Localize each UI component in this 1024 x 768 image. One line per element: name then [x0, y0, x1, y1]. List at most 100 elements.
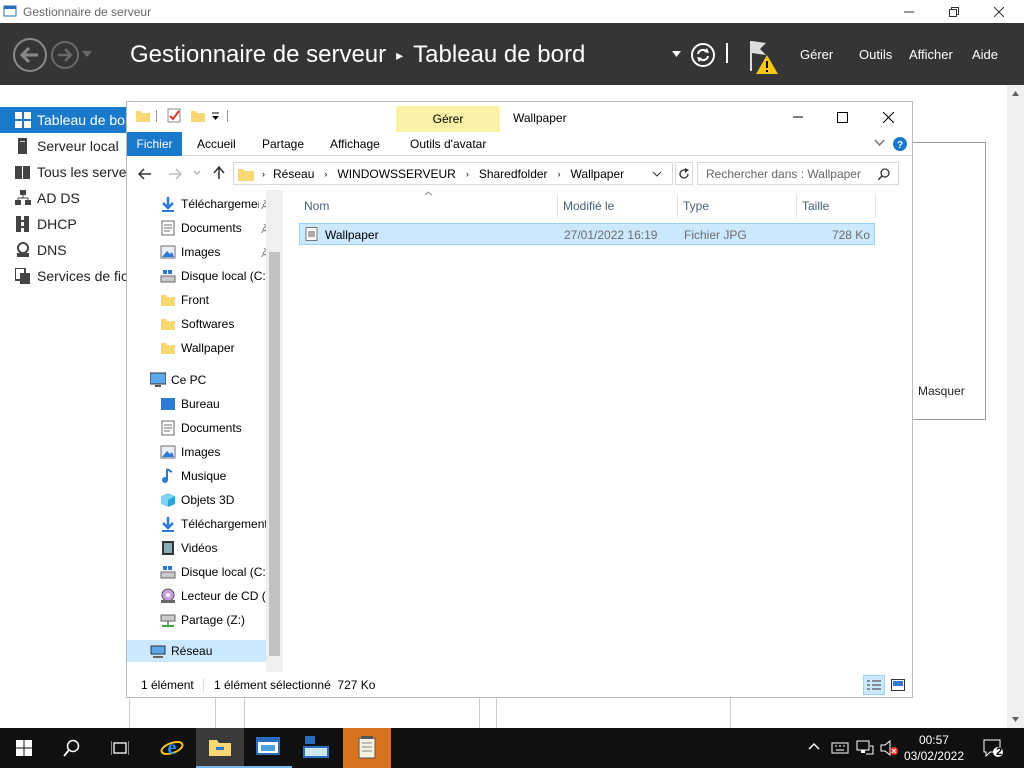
sidebar-item-file-services[interactable]: Services de fichiers [0, 263, 130, 289]
nav-item-downloads[interactable]: Téléchargements [160, 193, 271, 215]
nav-label: Musique [181, 469, 227, 483]
nav-item-softwares[interactable]: Softwares [160, 313, 234, 335]
sidebar-item-dashboard[interactable]: Tableau de bord [0, 107, 130, 133]
clock[interactable]: 00:57 03/02/2022 [904, 732, 964, 764]
sidebar-item-dns[interactable]: DNS [0, 237, 130, 263]
customize-qat-icon[interactable] [211, 112, 220, 121]
menu-view[interactable]: Afficher [909, 47, 953, 62]
nav-item-local-disk[interactable]: Disque local (C:) [160, 265, 270, 287]
minimize-button[interactable] [886, 0, 932, 23]
address-segment-server[interactable]: WINDOWSSERVEUR [337, 167, 455, 181]
back-button[interactable] [12, 37, 48, 73]
help-icon[interactable]: ? [893, 137, 907, 151]
history-dropdown-icon[interactable] [82, 51, 92, 57]
download-icon [160, 196, 176, 212]
nav-item-pc-downloads[interactable]: Téléchargements [160, 513, 274, 535]
close-button[interactable] [976, 0, 1022, 23]
nav-item-documents[interactable]: Documents [160, 217, 271, 239]
hide-link[interactable]: Masquer [918, 384, 965, 398]
nav-label: Front [181, 293, 210, 307]
file-row[interactable]: Wallpaper 27/01/2022 16:19 Fichier JPG 7… [299, 223, 875, 245]
column-size[interactable]: Taille [797, 194, 876, 218]
nav-item-pc-local-disk[interactable]: Disque local (C:) [160, 561, 270, 583]
tab-share[interactable]: Partage [254, 132, 312, 156]
show-hidden-icons-icon[interactable] [808, 742, 820, 750]
sidebar-item-dhcp[interactable]: DHCP [0, 211, 130, 237]
notifications-flag-icon[interactable] [746, 39, 780, 75]
explorer-maximize-button[interactable] [819, 102, 865, 132]
menu-tools[interactable]: Outils [859, 47, 892, 62]
internet-explorer-icon[interactable]: e [148, 728, 196, 768]
search-icon[interactable] [878, 168, 890, 180]
search-box[interactable]: Rechercher dans : Wallpaper [697, 162, 899, 185]
address-segment-share[interactable]: Sharedfolder [479, 167, 548, 181]
powershell-admin-icon[interactable] [292, 728, 340, 768]
back-arrow-icon[interactable] [138, 168, 152, 180]
details-view-icon[interactable] [863, 675, 885, 695]
address-dropdown-icon[interactable] [652, 171, 662, 177]
nav-item-videos[interactable]: Vidéos [160, 537, 217, 559]
chevron-right-icon[interactable]: › [324, 169, 327, 179]
search-input[interactable]: Rechercher dans : Wallpaper [706, 167, 861, 181]
recent-locations-icon[interactable] [193, 170, 201, 176]
refresh-address-icon[interactable] [675, 162, 693, 185]
network-status-icon[interactable] [856, 740, 874, 756]
keyboard-icon[interactable] [831, 740, 849, 754]
large-icons-view-icon[interactable] [887, 675, 909, 695]
notepad-taskbar-icon[interactable] [343, 728, 391, 768]
breadcrumb-app[interactable]: Gestionnaire de serveur [130, 41, 386, 69]
properties-icon[interactable] [167, 108, 182, 123]
sidebar-item-all-servers[interactable]: Tous les serveurs [0, 159, 130, 185]
nav-item-desktop[interactable]: Bureau [160, 393, 220, 415]
chevron-right-icon[interactable]: › [558, 169, 561, 179]
menu-manage[interactable]: Gérer [800, 47, 833, 62]
nav-item-share-drive[interactable]: Partage (Z:) [160, 609, 245, 631]
manage-contextual-tab-group[interactable]: Gérer [396, 106, 500, 132]
forward-arrow-icon[interactable] [168, 168, 182, 180]
tab-view[interactable]: Affichage [322, 132, 388, 156]
server-manager-app-icon [3, 4, 17, 18]
column-name[interactable]: Nom [299, 194, 558, 218]
sidebar-item-ad-ds[interactable]: AD DS [0, 185, 130, 211]
nav-item-pc-documents[interactable]: Documents [160, 417, 242, 439]
explorer-close-button[interactable] [865, 102, 911, 132]
navigation-scroll-thumb[interactable] [269, 252, 280, 656]
task-view-icon[interactable] [96, 728, 144, 768]
sidebar-item-local-server[interactable]: Serveur local [0, 133, 130, 159]
refresh-icon[interactable] [690, 42, 716, 68]
address-bar[interactable]: › Réseau › WINDOWSSERVEUR › Sharedfolder… [233, 162, 673, 185]
column-type[interactable]: Type [678, 194, 797, 218]
tab-file[interactable]: Fichier [127, 132, 182, 156]
up-arrow-icon[interactable] [213, 166, 225, 180]
tab-home[interactable]: Accueil [189, 132, 244, 156]
nav-item-wallpaper[interactable]: Wallpaper [160, 337, 235, 359]
nav-item-music[interactable]: Musique [160, 465, 226, 487]
address-segment-folder[interactable]: Wallpaper [571, 167, 625, 181]
nav-item-front[interactable]: Front [160, 289, 209, 311]
nav-item-3d-objects[interactable]: Objets 3D [160, 489, 234, 511]
column-modified[interactable]: Modifié le [558, 194, 678, 218]
tab-picture-tools[interactable]: Outils d'avatar [402, 132, 494, 156]
nav-item-pc-images[interactable]: Images [160, 441, 220, 463]
start-button[interactable] [0, 728, 48, 768]
volume-muted-icon[interactable] [880, 740, 898, 756]
server-manager-taskbar-icon[interactable] [244, 728, 292, 768]
new-folder-icon[interactable] [191, 109, 205, 123]
chevron-right-icon[interactable]: › [466, 169, 469, 179]
file-explorer-taskbar-icon[interactable] [196, 728, 244, 768]
objects-3d-icon [160, 492, 176, 508]
chevron-right-icon[interactable]: › [262, 169, 265, 179]
search-taskbar-icon[interactable] [48, 728, 96, 768]
nav-item-this-pc[interactable]: Ce PC [150, 369, 206, 391]
nav-item-images[interactable]: Images [160, 241, 271, 263]
restore-button[interactable] [931, 0, 977, 23]
server-manager-scrollbar[interactable] [1007, 85, 1024, 728]
forward-button[interactable] [50, 40, 80, 70]
refresh-dropdown-icon[interactable] [672, 51, 681, 57]
nav-item-cd-drive[interactable]: Lecteur de CD (D:) [160, 585, 282, 607]
menu-help[interactable]: Aide [972, 47, 998, 62]
address-segment-network[interactable]: Réseau [273, 167, 314, 181]
expand-ribbon-icon[interactable] [874, 139, 885, 147]
explorer-minimize-button[interactable] [775, 102, 821, 132]
nav-item-network[interactable]: Réseau [127, 640, 267, 662]
